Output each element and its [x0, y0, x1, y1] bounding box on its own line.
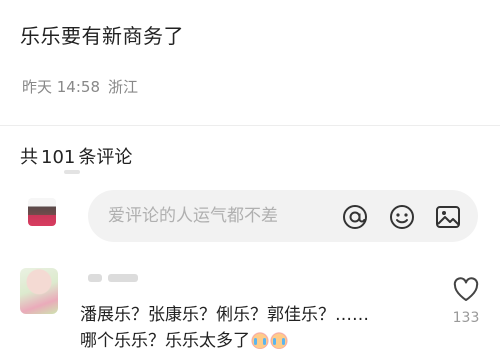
image-icon[interactable] — [434, 203, 462, 231]
at-icon[interactable] — [341, 203, 369, 231]
comment-item: 潘展乐？张康乐？俐乐？郭佳乐？…… 哪个乐乐？乐乐太多了 133 — [0, 262, 500, 357]
comment-input[interactable] — [108, 206, 338, 226]
commenter-avatar[interactable] — [20, 268, 58, 314]
crying-emoji-icon — [270, 331, 288, 349]
comment-input-row — [0, 188, 500, 244]
comment-text: 潘展乐？张康乐？俐乐？郭佳乐？…… 哪个乐乐？乐乐太多了 — [80, 302, 440, 354]
post-text: 乐乐要有新商务了 — [20, 24, 184, 48]
like-button[interactable]: 133 — [450, 276, 482, 326]
comments-header: 共 101 条评论 — [20, 143, 132, 169]
crying-emoji-icon — [251, 331, 269, 349]
comment-line-2: 哪个乐乐？乐乐太多了 — [80, 328, 440, 354]
comment-input-box[interactable] — [88, 190, 478, 242]
count-smudge — [64, 170, 80, 174]
comments-prefix: 共 — [20, 147, 38, 168]
heart-icon — [453, 277, 479, 301]
comment-line-1: 潘展乐？张康乐？俐乐？郭佳乐？…… — [80, 305, 369, 325]
my-avatar[interactable] — [28, 198, 56, 226]
post-meta: 昨天 14:58 浙江 — [22, 76, 138, 97]
like-count: 133 — [452, 310, 480, 326]
commenter-name-blurred[interactable] — [88, 274, 140, 282]
divider — [0, 125, 500, 126]
post-time: 昨天 14:58 — [22, 78, 100, 96]
post-location: 浙江 — [108, 78, 139, 96]
comments-count: 101 — [41, 147, 76, 168]
emoji-icon[interactable] — [388, 203, 416, 231]
comments-suffix: 条评论 — [78, 147, 133, 168]
comment-line-2-text: 哪个乐乐？乐乐太多了 — [80, 331, 250, 351]
